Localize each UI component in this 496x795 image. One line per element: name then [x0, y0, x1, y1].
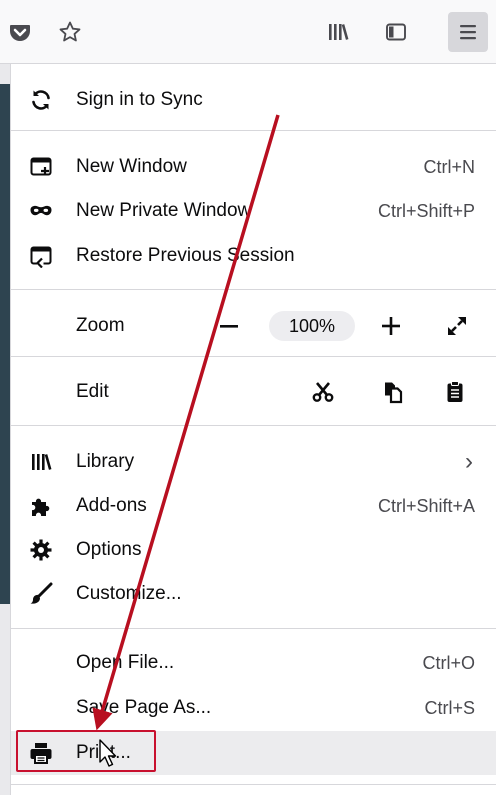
- pocket-button[interactable]: [0, 12, 40, 52]
- bookmark-star-button[interactable]: [50, 12, 90, 52]
- fullscreen-button[interactable]: [445, 314, 469, 338]
- sidebar-button[interactable]: [376, 12, 416, 52]
- shortcut-label: Ctrl+O: [422, 652, 475, 673]
- zoom-out-icon: [220, 325, 238, 328]
- shortcut-label: Ctrl+Shift+A: [377, 495, 475, 516]
- library-button[interactable]: [318, 12, 358, 52]
- fullscreen-icon: [448, 317, 466, 335]
- menu-separator: [11, 425, 496, 426]
- library-icon: [29, 450, 53, 474]
- menu-item-add-ons[interactable]: Add-ons Ctrl+Shift+A: [11, 484, 496, 528]
- menu-item-label: Customize...: [76, 583, 182, 604]
- new-window-icon: [29, 155, 53, 179]
- paste-button[interactable]: [443, 380, 467, 404]
- shortcut-label: Ctrl+S: [424, 697, 475, 718]
- copy-button[interactable]: [381, 380, 405, 404]
- bookmark-star-icon: [59, 21, 81, 42]
- menu-item-label: Library: [76, 451, 135, 472]
- menu-item-label: Restore Previous Session: [76, 245, 295, 266]
- library-icon: [329, 24, 349, 40]
- menu-item-new-private-window[interactable]: New Private Window Ctrl+Shift+P: [11, 189, 496, 233]
- menu-separator: [11, 784, 496, 785]
- menu-item-sign-in-sync[interactable]: Sign in to Sync: [11, 78, 496, 122]
- menu-separator: [11, 130, 496, 131]
- submenu-chevron-icon: ›: [465, 448, 473, 475]
- cut-button[interactable]: [311, 380, 335, 404]
- app-menu-panel: Sign in to Sync New Window Ctrl+N New Pr…: [10, 64, 496, 795]
- menu-item-label: Open File...: [76, 652, 175, 673]
- menu-item-label: Options: [76, 539, 142, 560]
- copy-icon: [385, 382, 403, 404]
- menu-item-label: Add-ons: [76, 495, 147, 516]
- browser-toolbar: [0, 0, 496, 64]
- sync-icon: [29, 88, 53, 112]
- cut-icon: [312, 382, 334, 402]
- restore-session-icon: [29, 244, 53, 268]
- private-mask-icon: [29, 199, 53, 223]
- shortcut-label: Ctrl+N: [423, 156, 475, 177]
- menu-separator: [11, 289, 496, 290]
- page-content-edge: [0, 64, 10, 795]
- pocket-icon: [10, 25, 30, 41]
- zoom-reset-button[interactable]: 100%: [269, 311, 355, 341]
- customize-brush-icon: [29, 582, 53, 606]
- addons-puzzle-icon: [29, 494, 53, 518]
- menu-item-new-window[interactable]: New Window Ctrl+N: [11, 145, 496, 189]
- menu-item-library[interactable]: Library ›: [11, 440, 496, 484]
- menu-separator: [11, 356, 496, 357]
- menu-item-edit: Edit: [11, 370, 496, 414]
- menu-item-label: Save Page As...: [76, 697, 212, 718]
- zoom-in-button[interactable]: [379, 314, 403, 338]
- shortcut-label: Ctrl+Shift+P: [377, 200, 475, 221]
- menu-separator: [11, 628, 496, 629]
- zoom-in-icon: [382, 317, 400, 335]
- menu-item-customize[interactable]: Customize...: [11, 572, 496, 616]
- menu-item-label: Zoom: [76, 315, 125, 336]
- menu-item-save-page-as[interactable]: Save Page As... Ctrl+S: [11, 686, 496, 730]
- zoom-out-button[interactable]: [217, 314, 241, 338]
- options-gear-icon: [29, 538, 53, 562]
- menu-item-label: New Window: [76, 156, 187, 177]
- menu-item-open-file[interactable]: Open File... Ctrl+O: [11, 641, 496, 685]
- menu-item-options[interactable]: Options: [11, 528, 496, 572]
- hamburger-menu-icon: [460, 25, 476, 40]
- mouse-cursor-icon: [99, 739, 117, 767]
- sidebar-icon: [386, 23, 406, 41]
- menu-item-label: New Private Window: [76, 200, 252, 221]
- annotation-highlight-box: [16, 730, 156, 772]
- menu-item-label: Sign in to Sync: [76, 89, 203, 110]
- menu-item-label: Edit: [76, 381, 109, 402]
- menu-item-restore-session[interactable]: Restore Previous Session: [11, 234, 496, 278]
- open-menu-button[interactable]: [448, 12, 488, 52]
- menu-item-zoom: Zoom 100%: [11, 304, 496, 348]
- paste-icon: [447, 381, 463, 402]
